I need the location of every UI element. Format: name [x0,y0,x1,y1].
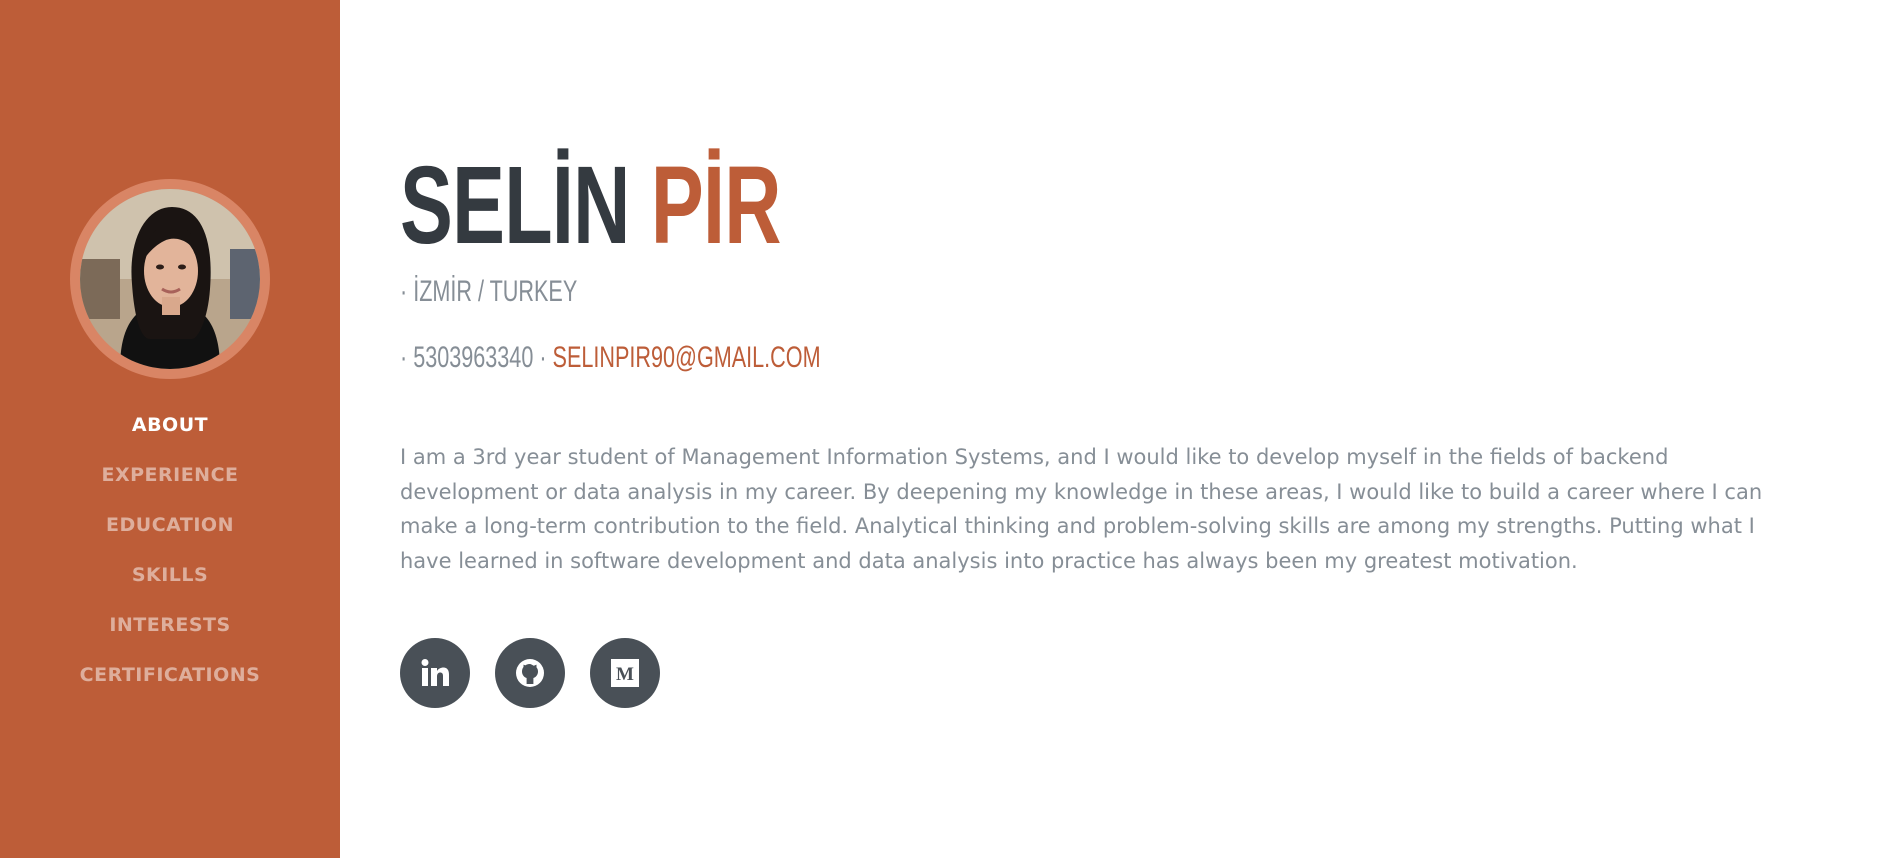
about-section: SELİN PİR · İZMİR / TURKEY · 5303963340 … [400,0,1800,858]
bullet: · [539,341,547,374]
medium-button[interactable]: M [590,638,660,708]
nav-item-experience: EXPERIENCE [0,450,340,500]
contact-line: · 5303963340 · SELINPIR90@GMAIL.COM [400,340,821,376]
bullet: · [400,275,408,308]
location-text: İZMİR / TURKEY [413,275,578,308]
bullet: · [400,341,408,374]
sidebar-nav: ABOUT EXPERIENCE EDUCATION SKILLS INTERE… [0,400,340,700]
page-title: SELİN PİR [400,144,782,267]
github-icon [516,659,544,687]
github-button[interactable] [495,638,565,708]
sidebar: ABOUT EXPERIENCE EDUCATION SKILLS INTERE… [0,0,340,858]
medium-icon: M [611,659,639,687]
nav-link-about[interactable]: ABOUT [132,414,208,436]
phone-number: 5303963340 [413,341,534,374]
nav-link-interests[interactable]: INTERESTS [109,614,230,636]
location-line: · İZMİR / TURKEY [400,274,577,310]
nav-item-skills: SKILLS [0,550,340,600]
email-link[interactable]: SELINPIR90@GMAIL.COM [553,341,821,374]
social-icons: M [400,638,660,708]
nav-link-skills[interactable]: SKILLS [132,564,208,586]
nav-item-about: ABOUT [0,400,340,450]
nav-item-certifications: CERTIFICATIONS [0,650,340,700]
nav-item-interests: INTERESTS [0,600,340,650]
first-name: SELİN [400,144,630,267]
nav-link-education[interactable]: EDUCATION [106,514,234,536]
nav-link-certifications[interactable]: CERTIFICATIONS [80,664,261,686]
avatar-ring [70,179,270,379]
bio-text: I am a 3rd year student of Management In… [400,445,1763,573]
linkedin-button[interactable] [400,638,470,708]
nav-link-experience[interactable]: EXPERIENCE [101,464,238,486]
linkedin-icon [421,659,449,686]
nav-item-education: EDUCATION [0,500,340,550]
svg-text:M: M [616,664,634,685]
avatar [80,189,260,369]
last-name: PİR [650,144,782,267]
